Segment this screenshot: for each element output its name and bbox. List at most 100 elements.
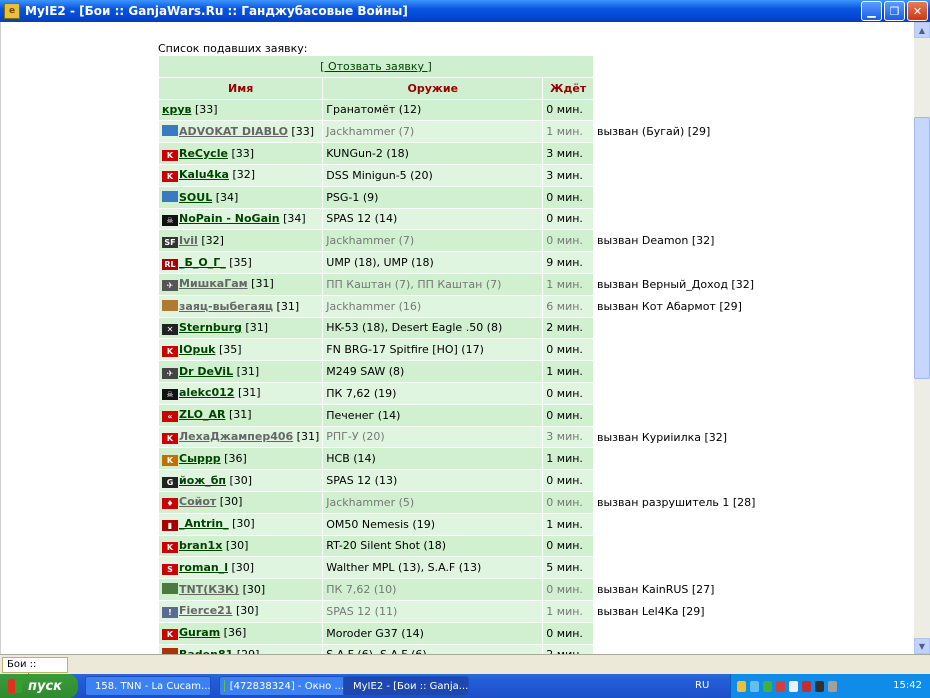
player-cell: ✈ Dr DeViL [31] <box>159 361 323 382</box>
weapon-cell: SPAS 12 (14) <box>323 208 543 230</box>
player-name-link[interactable]: NoPain - NoGain <box>179 212 280 225</box>
clan-icon: K <box>162 454 178 466</box>
wait-cell: 3 мин. <box>543 164 593 186</box>
maximize-button[interactable]: ❐ <box>884 1 905 21</box>
table-row: RL _Б_О_Г_ [35] UMP (18), UMP (18) 9 мин. <box>159 252 593 273</box>
table-row: «ZLO_AR [31] Печенег (14) 0 мин. <box>159 404 593 426</box>
clan-icon: K <box>162 629 178 641</box>
close-button[interactable]: ✕ <box>907 1 928 21</box>
table-row: K ЛехаДжампер406 [31] РПГ-У (20) 3 мин. <box>159 426 593 448</box>
browser-tab[interactable]: Бои :: Ganja... <box>2 657 68 684</box>
table-row: крув [33] Гранатомёт (12) 0 мин. <box>159 99 593 121</box>
tray-icon[interactable] <box>776 680 785 692</box>
player-name-link[interactable]: alekc012 <box>179 386 234 399</box>
player-cell: Gйож_бп [30] <box>159 470 323 491</box>
tray-icon[interactable] <box>737 680 746 692</box>
minimize-button[interactable]: ▁ <box>861 1 882 21</box>
tray-icon[interactable] <box>763 680 772 692</box>
player-name-link[interactable]: roman_l <box>179 561 228 574</box>
player-name-link[interactable]: Сойот <box>179 495 216 508</box>
player-name-link[interactable]: МишкаГам <box>179 277 248 290</box>
weapon-cell: OM50 Nemesis (19) <box>323 513 543 535</box>
weapon-cell: KUNGun-2 (18) <box>323 143 543 164</box>
table-row: заяц-выбегаяц [31] Jackhammer (16) 6 мин. <box>159 295 593 317</box>
taskbar-task[interactable]: [472838324] - Окно ... <box>219 676 345 696</box>
weapon-cell: ПК 7,62 (10) <box>323 579 543 600</box>
player-name-link[interactable]: Ivil <box>179 234 198 247</box>
player-name-link[interactable]: ReCycle <box>179 147 228 160</box>
player-name-link[interactable]: _Antrin_ <box>179 517 229 530</box>
clan-icon: G <box>162 476 178 488</box>
scroll-up-arrow[interactable]: ▲ <box>914 22 930 38</box>
player-name-link[interactable]: Fierce21 <box>179 604 232 617</box>
player-name-link[interactable]: Dr DeViL <box>179 365 233 378</box>
tray-icon[interactable] <box>828 680 837 692</box>
player-name-link[interactable]: йож_бп <box>179 474 226 487</box>
clan-icon: K <box>162 541 178 553</box>
player-name-link[interactable]: Kalu4ka <box>179 168 229 181</box>
clan-icon: ! <box>162 607 178 619</box>
player-name-link[interactable]: заяц-выбегаяц <box>179 300 273 313</box>
clan-icon: ☠ <box>162 389 178 401</box>
player-level: [30] <box>225 538 249 552</box>
page-content: Список подавших заявку: [ Отозвать заявк… <box>0 22 914 654</box>
clan-icon: ✕ <box>162 323 178 335</box>
clan-icon: ✈ <box>162 367 178 379</box>
start-button[interactable]: пуск <box>0 674 78 698</box>
player-name-link[interactable]: крув <box>162 103 191 116</box>
player-level: [31] <box>237 386 261 400</box>
table-row: TNT(КЗК) [30] ПК 7,62 (10) 0 мин. <box>159 579 593 600</box>
clan-icon: SF <box>162 236 178 248</box>
player-name-link[interactable]: ZLO_AR <box>179 408 225 421</box>
player-level: [34] <box>215 190 239 204</box>
player-level: [30] <box>232 517 255 531</box>
wait-cell: 0 мин. <box>543 404 593 426</box>
player-name-link[interactable]: Сыррр <box>179 452 221 465</box>
player-name-link[interactable]: Guram <box>179 626 220 639</box>
player-name-link[interactable]: TNT(КЗК) <box>179 583 239 596</box>
tray-icon[interactable] <box>750 680 759 692</box>
player-name-link[interactable]: Sternburg <box>179 321 242 334</box>
applicants-caption: Список подавших заявку: <box>158 42 308 55</box>
table-row: SOUL [34] PSG-1 (9) 0 мин. <box>159 186 593 208</box>
player-name-link[interactable]: SOUL <box>179 191 212 204</box>
player-level: [31] <box>245 320 268 334</box>
wait-cell: 1 мин. <box>543 121 593 143</box>
player-name-link[interactable]: bran1x <box>179 539 222 552</box>
taskbar-task[interactable]: 158. TNN - La Cucam... <box>85 676 211 696</box>
player-cell: TNT(КЗК) [30] <box>159 579 323 600</box>
scroll-thumb[interactable] <box>914 117 930 379</box>
browser-tabbar: Бои :: Ganja... <box>0 654 930 684</box>
challenge-status: вызван Кот Абармот [29] <box>597 299 742 313</box>
withdraw-request-link[interactable]: [ Отозвать заявку ] <box>320 60 432 73</box>
player-level: [34] <box>283 211 306 225</box>
weapon-cell: FN BRG-17 Spitfire [HO] (17) <box>323 339 543 361</box>
language-indicator[interactable]: RU <box>695 680 709 691</box>
player-cell: SF Ivil [32] <box>159 230 323 252</box>
challenge-status: вызван Куриiилка [32] <box>597 430 728 444</box>
tray-icon[interactable] <box>815 680 824 692</box>
tray-icon[interactable] <box>802 680 811 692</box>
player-level: [30] <box>242 583 266 597</box>
clan-icon: ♦ <box>162 498 178 510</box>
player-cell: ☠ NoPain - NoGain [34] <box>159 208 323 230</box>
clan-icon: ✈ <box>162 280 178 292</box>
player-name-link[interactable]: _Б_О_Г_ <box>179 256 226 269</box>
player-name-link[interactable]: ЛехаДжампер406 <box>179 430 293 443</box>
challenge-status: вызван KainRUS [27] <box>597 583 715 597</box>
vertical-scrollbar[interactable]: ▲ ▼ <box>914 22 930 654</box>
table-row: Baden81 [29]S.A.F (6), S.A.F (6)2 мин. <box>159 644 593 654</box>
tray-icon[interactable] <box>789 680 798 692</box>
wait-cell: 1 мин. <box>543 273 593 295</box>
weapon-cell: РПГ-У (20) <box>323 426 543 448</box>
scroll-down-arrow[interactable]: ▼ <box>914 638 930 654</box>
wait-cell: 0 мин. <box>543 186 593 208</box>
weapon-cell: Jackhammer (5) <box>323 491 543 513</box>
taskbar-task[interactable]: MyIE2 - [Бои :: Ganja... <box>343 676 469 696</box>
window-titlebar[interactable]: e MyIE2 - [Бои :: GanjaWars.Ru :: Ганджу… <box>0 0 930 22</box>
wait-cell: 9 мин. <box>543 252 593 273</box>
wait-cell: 3 мин. <box>543 143 593 164</box>
player-name-link[interactable]: ADVOKAT DIABLO <box>179 125 288 138</box>
player-name-link[interactable]: IOpuk <box>179 343 215 356</box>
player-level: [31] <box>251 277 274 291</box>
